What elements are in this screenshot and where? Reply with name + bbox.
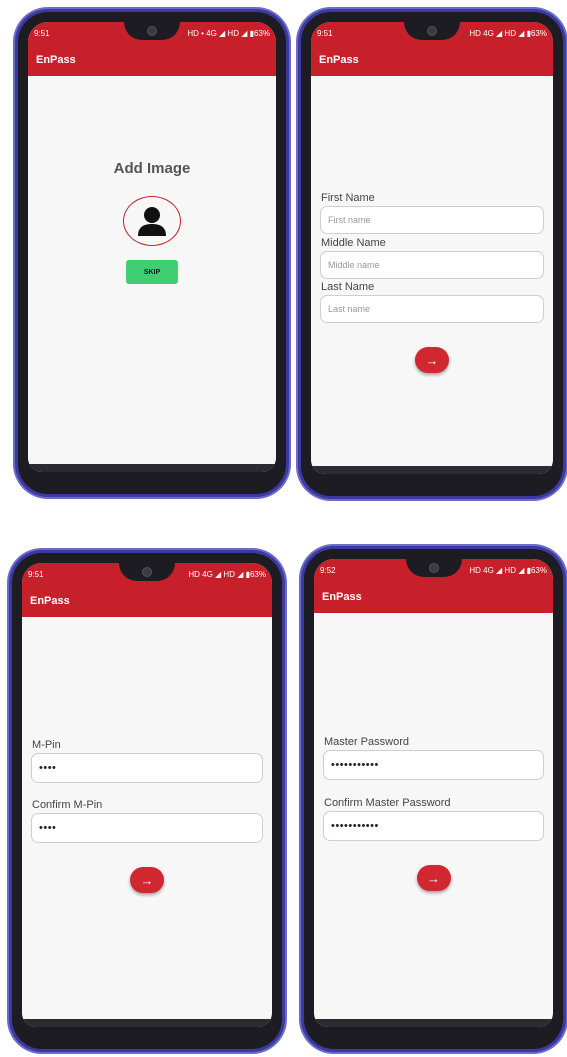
master-password-value: ••••••••••• [331,759,379,771]
screen: 9:52 HD 4G ◢ HD ◢ ▮63% EnPass Master Pas… [314,559,553,1027]
next-button[interactable]: → [415,347,449,373]
first-name-field[interactable]: First name [320,206,544,234]
bottom-bezel [28,464,276,472]
master-password-field[interactable]: ••••••••••• [323,750,544,780]
next-button[interactable]: → [130,867,164,893]
first-name-placeholder: First name [328,215,371,225]
arrow-right-icon: → [425,352,439,368]
arrow-right-icon: → [140,872,154,888]
content: M-Pin •••• Confirm M-Pin •••• → [22,563,272,1027]
confirm-mpin-value: •••• [39,822,57,834]
content: Add Image SKIP [28,22,276,472]
confirm-mpin-field[interactable]: •••• [31,813,263,843]
confirm-master-password-field[interactable]: ••••••••••• [323,811,544,841]
bottom-bezel [311,466,553,474]
last-name-placeholder: Last name [328,304,371,314]
phone-add-image: 9:51 HD • 4G ◢ HD ◢ ▮63% EnPass Add Imag… [18,12,286,494]
confirm-master-password-value: ••••••••••• [331,820,379,832]
screen: 9:51 HD • 4G ◢ HD ◢ ▮63% EnPass Add Imag… [28,22,276,472]
confirm-mpin-label: Confirm M-Pin [32,799,103,811]
add-image-heading: Add Image [113,160,191,177]
person-icon [138,207,166,236]
phone-names: 9:51 HD 4G ◢ HD ◢ ▮63% EnPass First Name… [301,12,563,496]
last-name-field[interactable]: Last name [320,295,544,323]
bottom-bezel [22,1019,272,1027]
arrow-right-icon: → [427,870,440,886]
mpin-label: M-Pin [32,739,61,751]
content: Master Password ••••••••••• Confirm Mast… [314,559,553,1027]
skip-button[interactable]: SKIP [126,260,178,284]
mpin-field[interactable]: •••• [31,753,263,783]
confirm-master-password-label: Confirm Master Password [324,797,451,809]
bottom-bezel [314,1019,553,1027]
phone-mpin: 9:51 HD 4G ◢ HD ◢ ▮63% EnPass M-Pin ••••… [12,553,282,1049]
middle-name-field[interactable]: Middle name [320,251,544,279]
middle-name-placeholder: Middle name [328,260,380,270]
mpin-value: •••• [39,762,57,774]
avatar-picker[interactable] [123,196,181,246]
content: First Name First name Middle Name Middle… [311,22,553,474]
master-password-label: Master Password [324,736,409,748]
first-name-label: First Name [321,192,375,204]
phone-master-password: 9:52 HD 4G ◢ HD ◢ ▮63% EnPass Master Pas… [304,549,563,1049]
screen: 9:51 HD 4G ◢ HD ◢ ▮63% EnPass First Name… [311,22,553,474]
last-name-label: Last Name [321,281,375,293]
next-button[interactable]: → [416,865,451,891]
middle-name-label: Middle Name [321,237,386,249]
screen: 9:51 HD 4G ◢ HD ◢ ▮63% EnPass M-Pin ••••… [22,563,272,1027]
